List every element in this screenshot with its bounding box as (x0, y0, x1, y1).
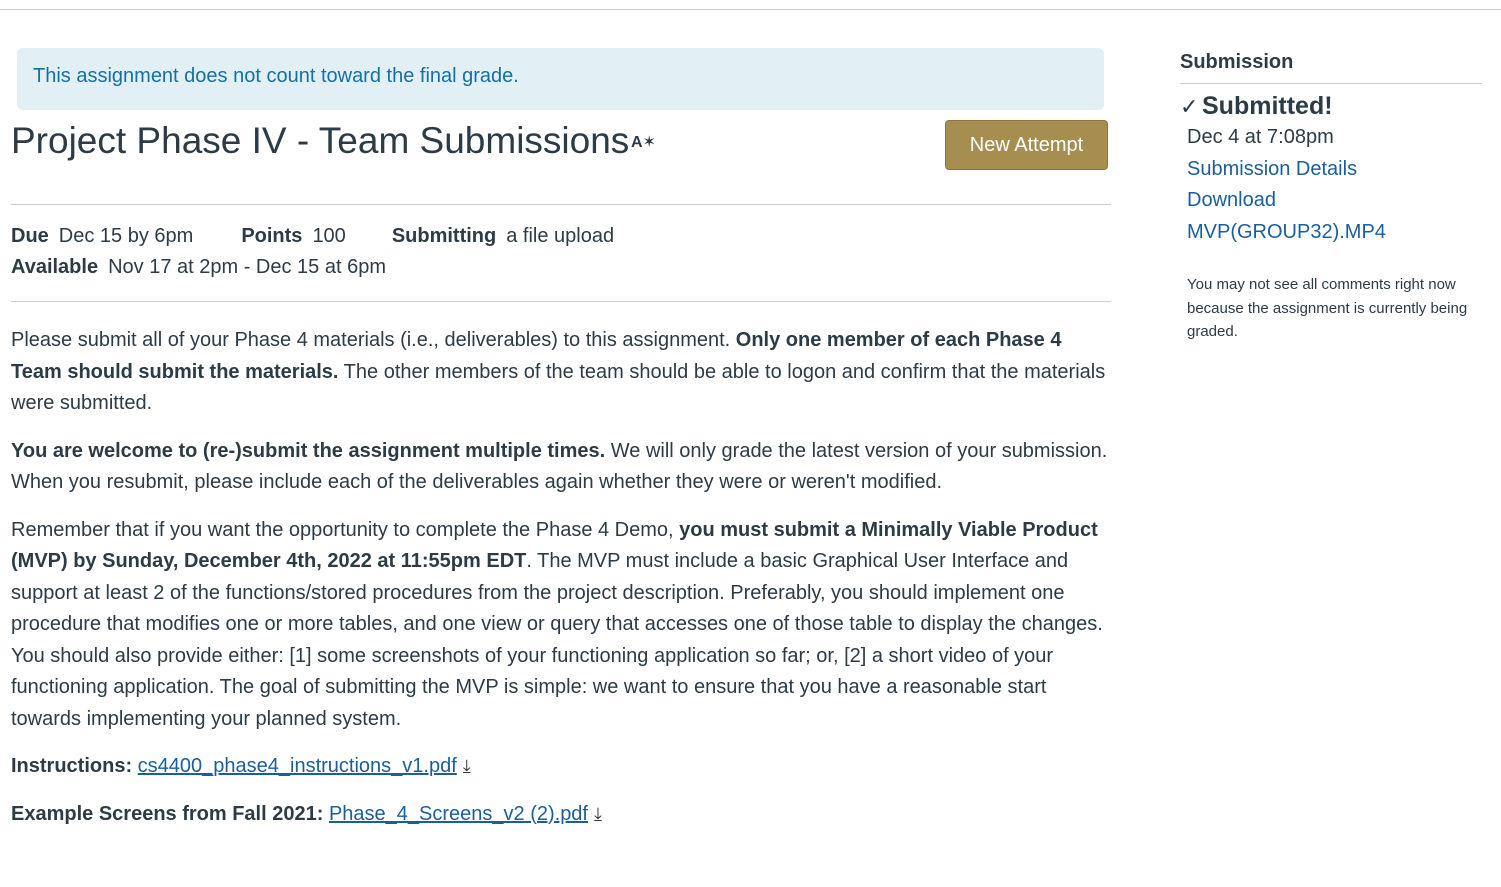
submitted-label: Submitted! (1202, 92, 1333, 120)
details-bottom-divider (11, 301, 1111, 302)
details-row-1: Due Dec 15 by 6pm Points 100 Submitting a fil… (11, 221, 1111, 252)
p3-text: Remember that if you want the opportunit… (11, 518, 680, 541)
submitted-date: Dec 4 at 7:08pm (1187, 126, 1334, 148)
available-label: Available (11, 256, 99, 278)
points-label: Points (241, 225, 303, 247)
submitting-label: Submitting (391, 225, 497, 247)
download-filename: MVP(GROUP32).MP4 (1187, 220, 1386, 243)
examples-line: Example Screens from Fall 2021: Phase_4_… (11, 799, 1111, 831)
due-value: Dec 15 by 6pm (58, 225, 194, 247)
comments-note: You may not see all comments right now b… (1187, 276, 1468, 340)
examples-file-link[interactable]: Phase_4_Screens_v2 (2).pdf (329, 803, 588, 825)
p2-bold: You are welcome to (re-)submit the assig… (11, 439, 606, 462)
due-label: Due (11, 225, 49, 247)
grade-notice: This assignment does not count toward th… (17, 48, 1104, 110)
check-icon: ✓ (1180, 94, 1199, 119)
details-row-2: Available Nov 17 at 2pm - Dec 15 at 6pm (11, 252, 1111, 283)
instructions-line: Instructions: cs4400_phase4_instructions… (11, 751, 1111, 783)
submission-sidebar: Submission ✓ Submitted! Dec 4 at 7:08pm S… (1180, 48, 1482, 344)
instructions-file-link[interactable]: cs4400_phase4_instructions_v1.pdf (138, 755, 457, 777)
download-icon[interactable]: ⤓ (594, 799, 602, 831)
instructions-label: Instructions: (11, 755, 138, 777)
page-title: Project Phase IV - Team Submissions (11, 120, 630, 161)
description-paragraph-3: Remember that if you want the opportunit… (11, 515, 1111, 736)
assignment-description: Please submit all of your Phase 4 materi… (11, 325, 1111, 830)
assignment-main: This assignment does not count toward th… (11, 48, 1111, 846)
examples-label: Example Screens from Fall 2021: (11, 802, 329, 825)
immersive-reader-icon[interactable]: A✶ (631, 132, 656, 152)
points-value: 100 (312, 225, 346, 247)
new-attempt-button[interactable]: New Attempt (945, 120, 1108, 170)
p3-text-2: . The MVP must include a basic Graphical… (11, 550, 1103, 730)
available-value: Nov 17 at 2pm - Dec 15 at 6pm (108, 256, 387, 278)
download-label: Download (1187, 189, 1276, 211)
submission-body: ✓ Submitted! Dec 4 at 7:08pm Submission D… (1180, 91, 1482, 344)
submitting-value: a file upload (506, 225, 615, 247)
title-row: Project Phase IV - Team Submissions A✶ N… (11, 110, 1111, 204)
submission-header: Submission (1180, 48, 1482, 84)
submission-details-link[interactable]: Submission Details (1187, 154, 1482, 186)
download-icon[interactable]: ⤓ (463, 751, 471, 783)
submitted-status: ✓ Submitted! (1180, 91, 1482, 122)
assignment-details: Due Dec 15 by 6pm Points 100 Submitting a fil… (11, 205, 1111, 301)
description-paragraph-2: You are welcome to (re-)submit the assig… (11, 436, 1111, 499)
download-submission-link[interactable]: Download MVP(GROUP32).MP4 (1187, 185, 1482, 248)
description-paragraph-1: Please submit all of your Phase 4 materi… (11, 325, 1111, 420)
top-divider (0, 9, 1501, 10)
p1-text: Please submit all of your Phase 4 materi… (11, 329, 736, 351)
